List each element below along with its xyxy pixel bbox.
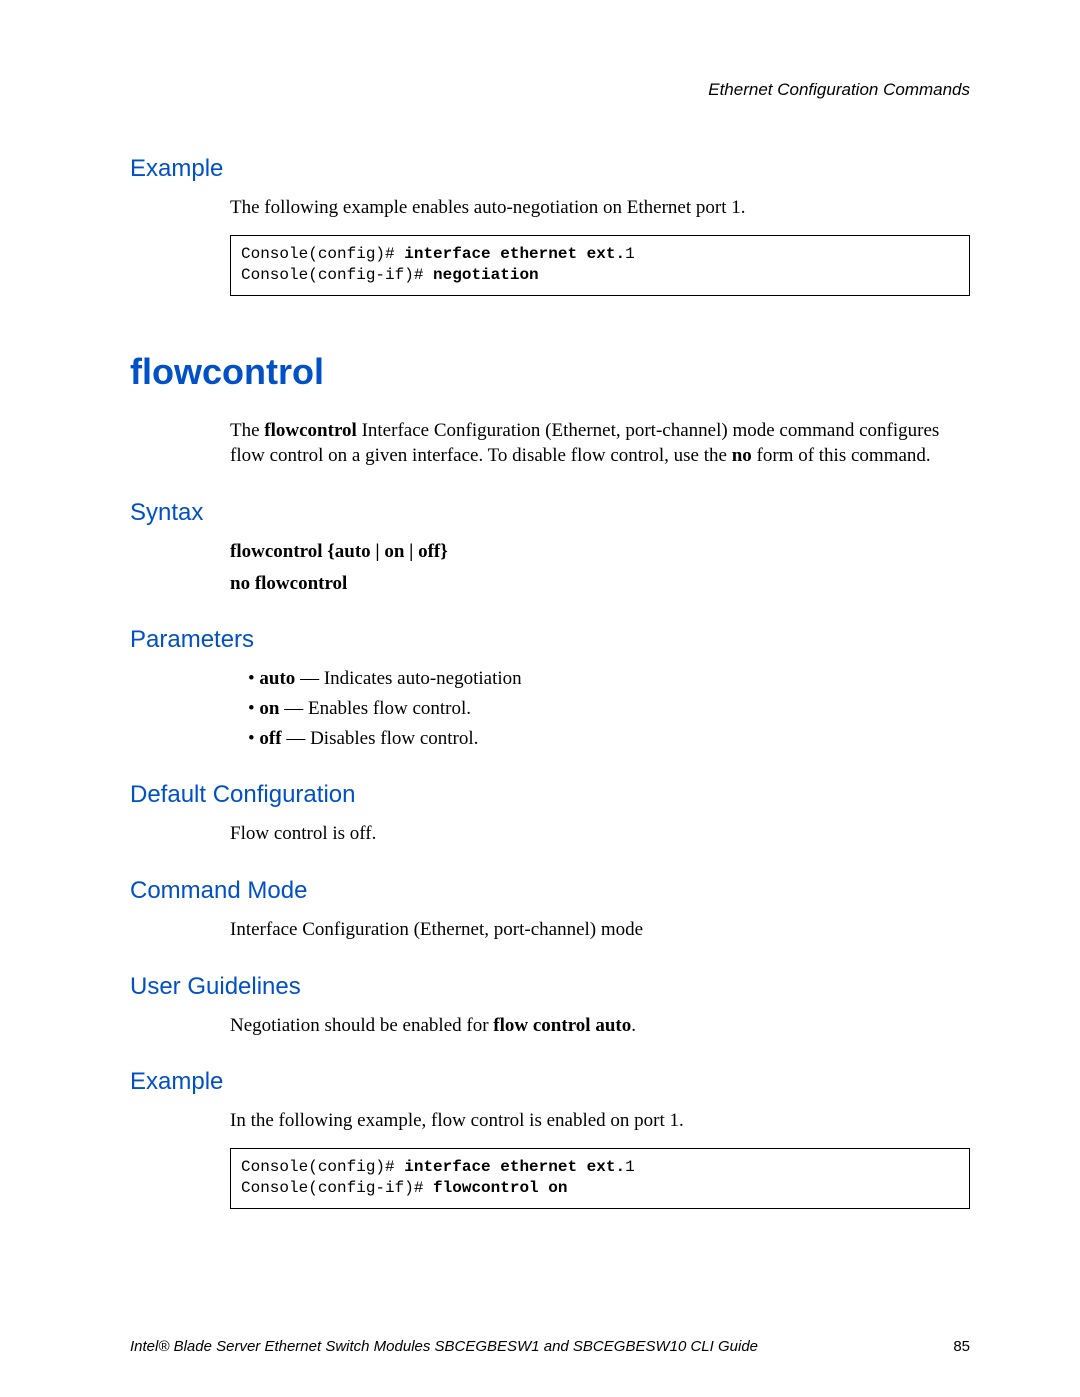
example1-code: Console(config)# interface ethernet ext.… [230,235,970,296]
param-on-t: — Enables flow control. [279,698,471,719]
example2-block: In the following example, flow control i… [230,1108,970,1209]
example2-code: Console(config)# interface ethernet ext.… [230,1148,970,1209]
params-block: auto — Indicates auto-negotiation on — E… [230,666,970,751]
running-header: Ethernet Configuration Commands [130,80,970,100]
heading-user-guidelines: User Guidelines [130,973,970,1001]
footer-text: Intel® Blade Server Ethernet Switch Modu… [130,1338,758,1355]
param-auto-b: auto [259,668,295,689]
code1-l2-prompt: Console(config-if)# [241,266,433,284]
example1-intro: The following example enables auto-negot… [230,195,970,221]
page-number: 85 [953,1338,970,1355]
param-on-b: on [259,698,279,719]
desc-pre: The [230,420,264,441]
param-auto-t: — Indicates auto-negotiation [295,668,521,689]
code1-l2-cmd: negotiation [433,266,539,284]
guidelines-post: . [631,1015,636,1036]
syntax-line2: no flowcontrol [230,571,970,597]
command-desc: The flowcontrol Interface Configuration … [230,418,970,469]
code1-l1-prompt: Console(config)# [241,245,404,263]
desc-bold: flowcontrol [264,420,357,441]
param-off: off — Disables flow control. [248,726,970,752]
code2-l1-prompt: Console(config)# [241,1158,404,1176]
code2-l1-arg: 1 [625,1158,635,1176]
guidelines-pre: Negotiation should be enabled for [230,1015,493,1036]
heading-command-mode: Command Mode [130,877,970,905]
mode-text: Interface Configuration (Ethernet, port-… [230,917,970,943]
guidelines-block: Negotiation should be enabled for flow c… [230,1013,970,1039]
guidelines-text: Negotiation should be enabled for flow c… [230,1013,970,1039]
param-off-b: off [259,728,281,749]
example1-block: The following example enables auto-negot… [230,195,970,296]
heading-example-1: Example [130,155,970,183]
code1-l1-cmd: interface ethernet ext. [404,245,625,263]
heading-example-2: Example [130,1068,970,1096]
code1-l1-arg: 1 [625,245,635,263]
mode-block: Interface Configuration (Ethernet, port-… [230,917,970,943]
example2-intro: In the following example, flow control i… [230,1108,970,1134]
page: Ethernet Configuration Commands Example … [0,0,1080,1397]
page-footer: Intel® Blade Server Ethernet Switch Modu… [130,1338,970,1355]
command-desc-p: The flowcontrol Interface Configuration … [230,418,970,469]
heading-syntax: Syntax [130,499,970,527]
param-on: on — Enables flow control. [248,696,970,722]
syntax-block: flowcontrol {auto | on | off} no flowcon… [230,539,970,596]
desc-bold2: no [732,445,752,466]
code2-l2-cmd: flowcontrol on [433,1179,567,1197]
param-auto: auto — Indicates auto-negotiation [248,666,970,692]
command-title: flowcontrol [130,351,970,393]
defcfg-block: Flow control is off. [230,821,970,847]
desc-post: form of this command. [752,445,931,466]
params-list: auto — Indicates auto-negotiation on — E… [230,666,970,751]
guidelines-bold: flow control auto [493,1015,631,1036]
syntax-line1: flowcontrol {auto | on | off} [230,539,970,565]
code2-l1-cmd: interface ethernet ext. [404,1158,625,1176]
defcfg-text: Flow control is off. [230,821,970,847]
code2-l2-prompt: Console(config-if)# [241,1179,433,1197]
heading-default-config: Default Configuration [130,781,970,809]
heading-parameters: Parameters [130,626,970,654]
param-off-t: — Disables flow control. [282,728,479,749]
